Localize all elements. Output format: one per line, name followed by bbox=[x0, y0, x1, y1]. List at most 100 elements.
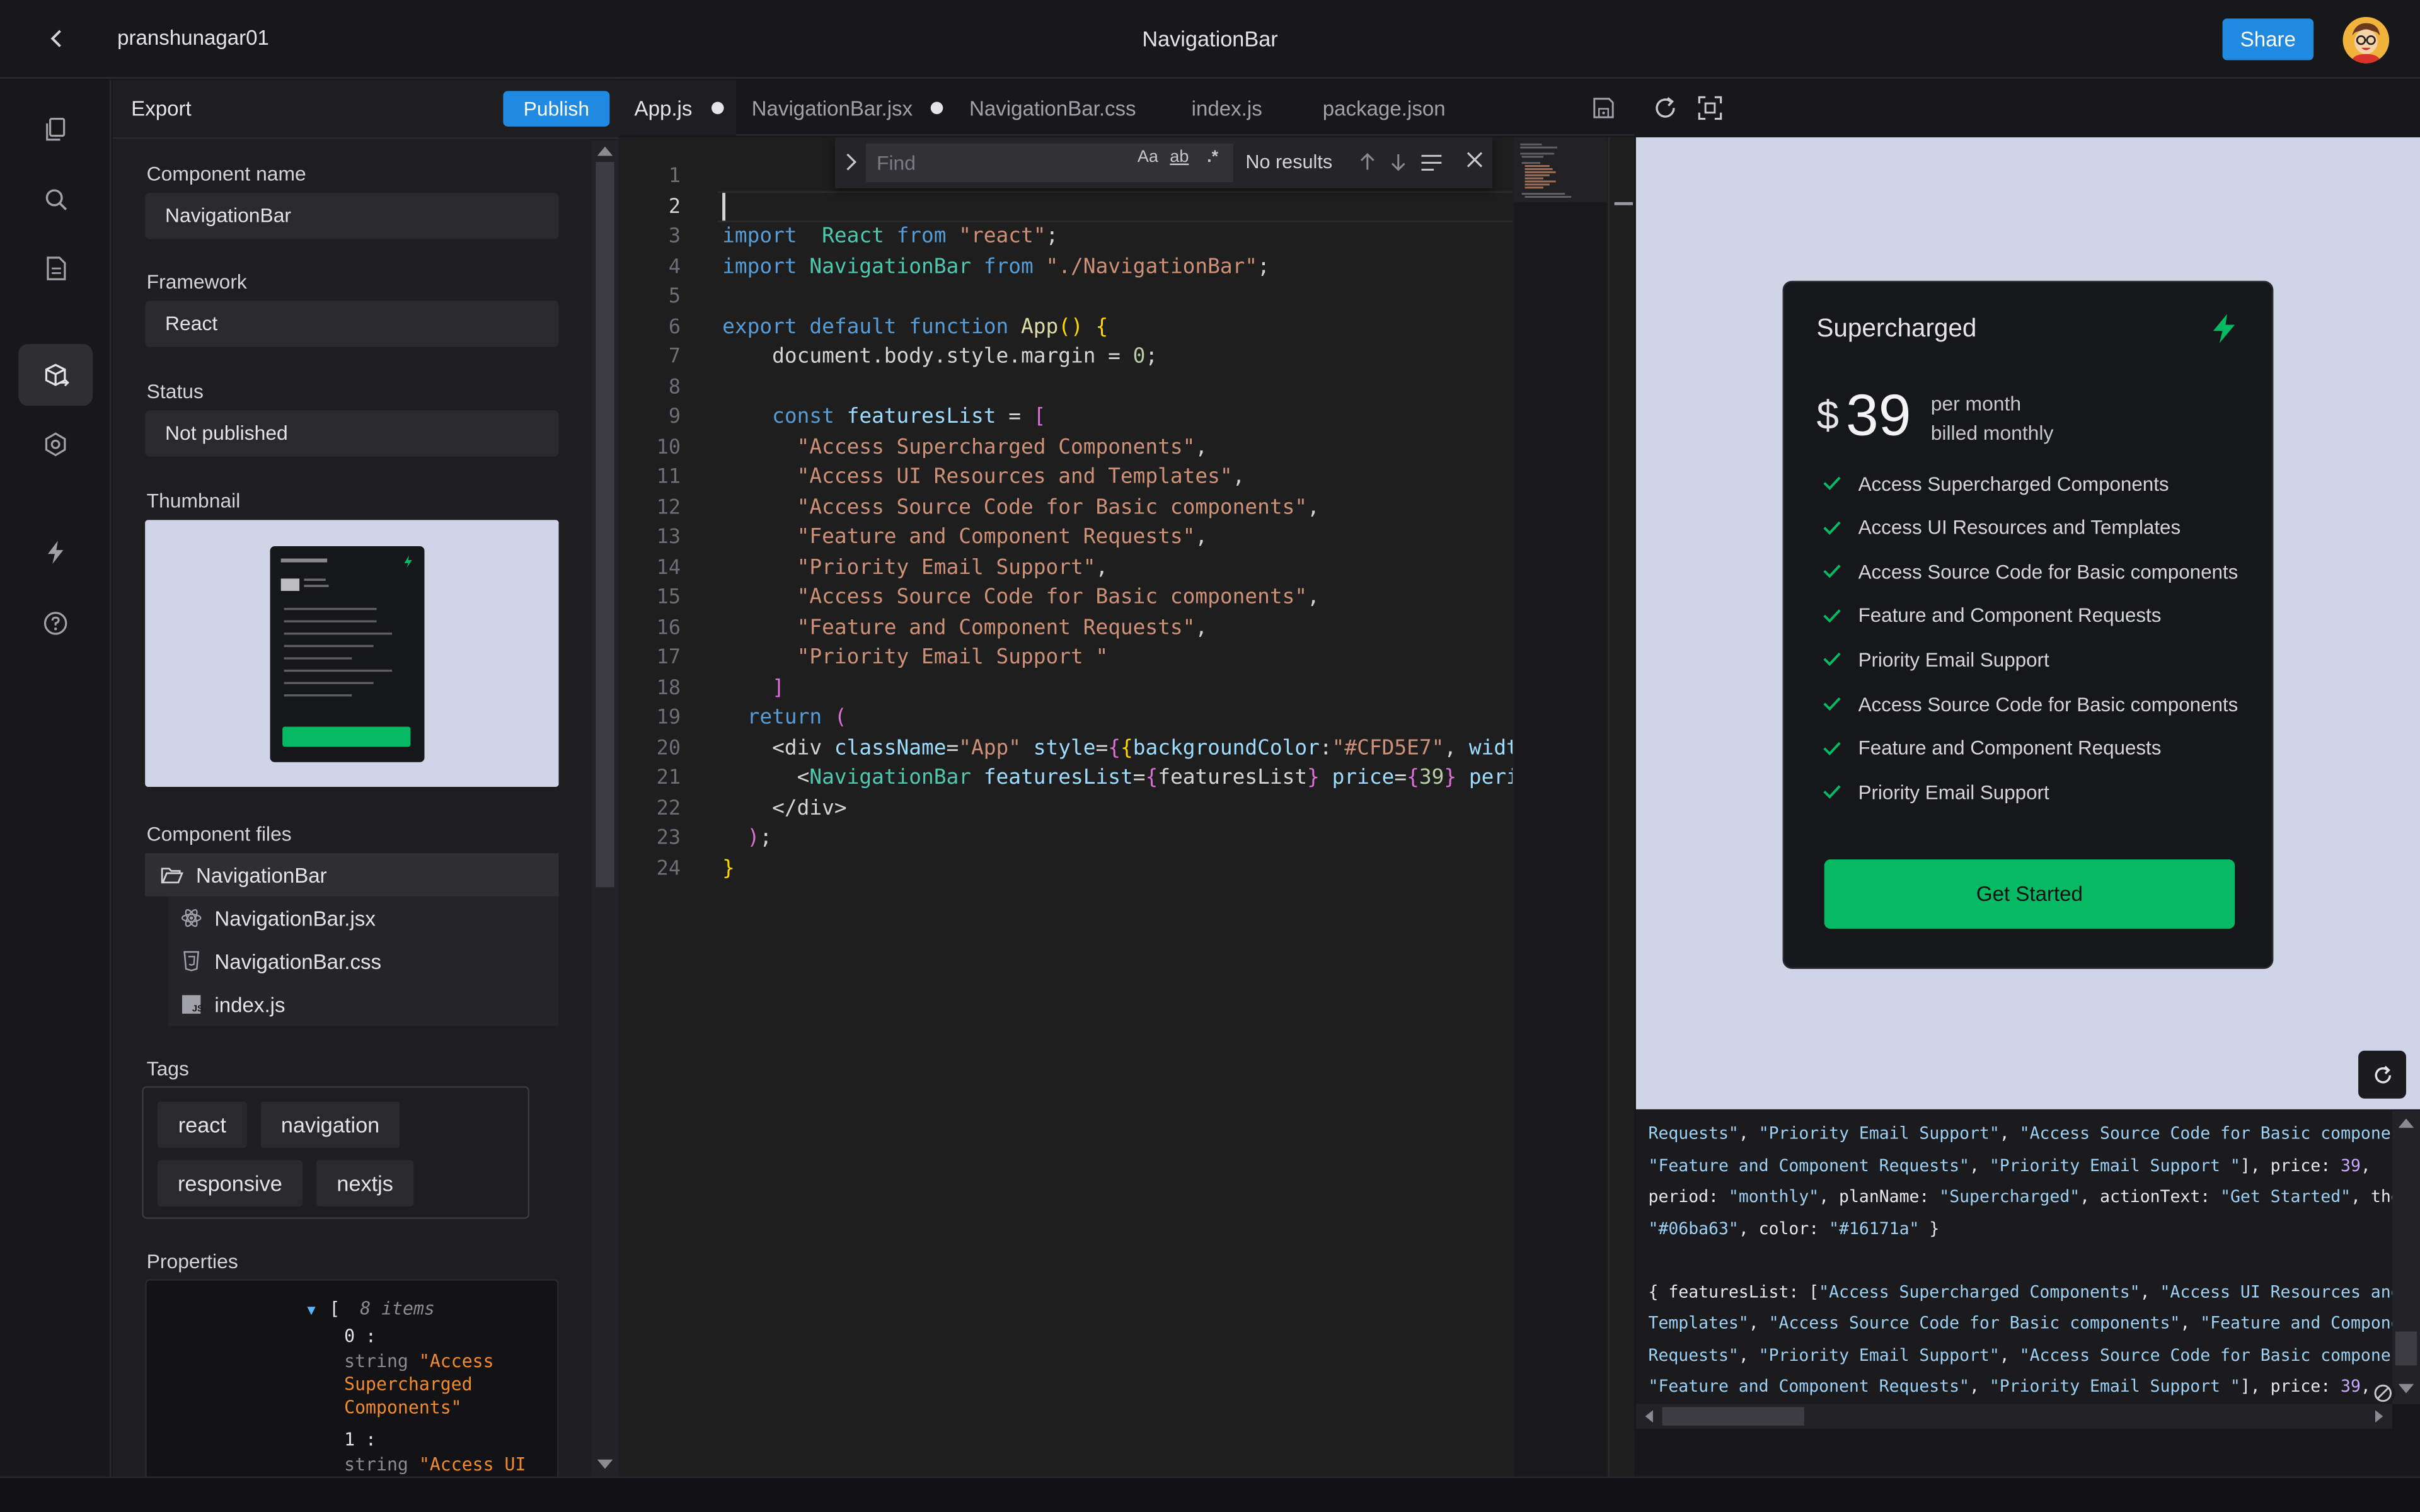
file-row[interactable]: NavigationBar.css bbox=[168, 939, 559, 983]
check-icon bbox=[1823, 564, 1841, 578]
preview-canvas: Supercharged $ 39 per month billed month… bbox=[1635, 137, 2420, 1109]
tab-navigationbar-jsx[interactable]: NavigationBar.jsx bbox=[752, 80, 944, 135]
feature-item: Priority Email Support bbox=[1823, 776, 2049, 807]
panel-scrollbar[interactable] bbox=[591, 140, 619, 1477]
code-line: import React from "react"; bbox=[722, 225, 1059, 249]
thumbnail-label: Thumbnail bbox=[146, 489, 241, 513]
feature-item: Access UI Resources and Templates bbox=[1823, 512, 2181, 542]
close-icon[interactable] bbox=[1466, 151, 1484, 168]
plan-name: Supercharged bbox=[1816, 314, 1977, 343]
tab-package-json[interactable]: package.json bbox=[1323, 80, 1446, 135]
text-cursor bbox=[722, 193, 726, 221]
get-started-button[interactable]: Get Started bbox=[1824, 859, 2235, 929]
code-line: ] bbox=[772, 676, 785, 700]
files-icon[interactable] bbox=[18, 99, 93, 161]
settings-icon[interactable] bbox=[18, 413, 93, 475]
scroll-down-arrow[interactable] bbox=[597, 1459, 613, 1469]
editor-scrollbar[interactable] bbox=[1608, 137, 1635, 1477]
file-name: NavigationBar.jsx bbox=[214, 906, 376, 930]
tag-nextjs[interactable]: nextjs bbox=[316, 1160, 414, 1207]
item-index: 0 : bbox=[344, 1325, 377, 1347]
scroll-down-arrow[interactable] bbox=[2398, 1383, 2414, 1394]
tag-responsive[interactable]: responsive bbox=[157, 1160, 303, 1207]
line-number: 23 bbox=[656, 827, 681, 850]
console-scrollbar[interactable] bbox=[2392, 1111, 2420, 1404]
arrow-down-icon[interactable] bbox=[1391, 152, 1406, 171]
avatar[interactable] bbox=[2342, 16, 2390, 64]
tags-box[interactable]: react navigation responsive nextjs bbox=[142, 1086, 530, 1219]
tag-react[interactable]: react bbox=[157, 1101, 247, 1148]
chevron-right-icon[interactable] bbox=[844, 152, 857, 171]
code-line: "Access UI Resources and Templates", bbox=[797, 466, 1245, 490]
line-number: 11 bbox=[656, 466, 681, 490]
code-editor[interactable]: 1 2 3 4 5 6 7 8 9 10 11 12 13 14 15 16 17 18 19 20 21 22 23 24 … bbox=[619, 137, 1635, 1477]
price-amount: 39 bbox=[1846, 384, 1911, 449]
code-content[interactable]: import React from "react"; import Navigat… bbox=[722, 137, 1512, 1477]
minimap[interactable] bbox=[1514, 137, 1607, 1477]
code-line: "Priority Email Support " bbox=[797, 646, 1109, 670]
tags-label: Tags bbox=[146, 1057, 189, 1080]
bolt-icon[interactable] bbox=[18, 522, 93, 583]
folder-open-icon bbox=[161, 866, 184, 884]
refresh-icon[interactable] bbox=[1653, 96, 1678, 120]
scroll-up-arrow[interactable] bbox=[2398, 1118, 2414, 1128]
scroll-right-arrow[interactable] bbox=[2375, 1410, 2383, 1423]
back-icon[interactable] bbox=[40, 21, 74, 55]
framework-field[interactable]: React bbox=[145, 301, 559, 348]
export-panel: Export Publish Component name Navigation… bbox=[112, 80, 619, 1477]
scrollbar-thumb[interactable] bbox=[2395, 1331, 2417, 1366]
feature-item: Priority Email Support bbox=[1823, 644, 2049, 675]
scrollbar-thumb[interactable] bbox=[1662, 1407, 1804, 1426]
activity-rail bbox=[0, 80, 112, 1477]
document-icon[interactable] bbox=[18, 238, 93, 299]
fullscreen-icon[interactable] bbox=[1698, 96, 1722, 120]
search-icon[interactable] bbox=[18, 168, 93, 230]
save-icon[interactable] bbox=[1593, 97, 1614, 118]
scroll-up-arrow[interactable] bbox=[597, 146, 613, 156]
modified-dot bbox=[710, 101, 723, 115]
tag-navigation[interactable]: navigation bbox=[260, 1101, 400, 1148]
arrow-up-icon[interactable] bbox=[1360, 152, 1375, 171]
item-value: string "Access UI bbox=[344, 1453, 526, 1475]
console-line: "Feature and Component Requests", "Prior… bbox=[1648, 1155, 2371, 1175]
match-case-toggle[interactable]: Aa bbox=[1138, 148, 1158, 166]
component-files-label: Component files bbox=[146, 822, 292, 846]
file-row[interactable]: NavigationBar.jsx bbox=[168, 896, 559, 940]
console-line: Requests", "Priority Email Support", "Ac… bbox=[1648, 1123, 2392, 1143]
export-panel-body: Component name NavigationBar Framework R… bbox=[113, 140, 591, 1477]
publish-button[interactable]: Publish bbox=[503, 91, 610, 127]
tab-navigationbar-css[interactable]: NavigationBar.css bbox=[969, 80, 1136, 135]
line-number: 2 bbox=[668, 195, 681, 219]
rerun-icon[interactable] bbox=[2358, 1050, 2406, 1099]
top-bar: pranshunagar01 NavigationBar Share bbox=[0, 0, 2420, 79]
code-line: "Priority Email Support", bbox=[797, 556, 1109, 580]
tab-index-js[interactable]: index.js bbox=[1192, 80, 1262, 135]
console-line: period: "monthly", planName: "Supercharg… bbox=[1648, 1186, 2392, 1207]
properties-viewer[interactable]: ▼ [ 8 items 0 : string "Access Superchar… bbox=[145, 1279, 559, 1477]
line-number: 24 bbox=[656, 857, 681, 881]
find-in-selection-icon[interactable] bbox=[1420, 154, 1443, 171]
whole-word-toggle[interactable]: ab bbox=[1170, 148, 1189, 166]
folder-row[interactable]: NavigationBar bbox=[145, 853, 559, 896]
regex-toggle[interactable]: .* bbox=[1207, 148, 1218, 166]
tab-app-js[interactable]: App.js bbox=[619, 80, 737, 136]
array-node[interactable]: ▼ [ 8 items bbox=[307, 1298, 435, 1319]
share-button[interactable]: Share bbox=[2222, 18, 2314, 60]
line-number: 13 bbox=[656, 526, 681, 549]
help-icon[interactable] bbox=[18, 592, 93, 654]
scrollbar-thumb[interactable] bbox=[596, 162, 614, 888]
component-name-label: Component name bbox=[146, 162, 306, 185]
thumbnail-image[interactable] bbox=[145, 520, 559, 787]
code-line: "Access Supercharged Components", bbox=[797, 435, 1208, 459]
console-horizontal-scrollbar[interactable] bbox=[1635, 1404, 2392, 1429]
line-number: 9 bbox=[668, 406, 681, 429]
component-name-field[interactable]: NavigationBar bbox=[145, 193, 559, 239]
scroll-left-arrow[interactable] bbox=[1645, 1410, 1653, 1423]
console-output[interactable]: Requests", "Priority Email Support", "Ac… bbox=[1635, 1111, 2392, 1404]
package-export-icon[interactable] bbox=[18, 344, 93, 406]
code-line: "Feature and Component Requests", bbox=[797, 616, 1208, 640]
owner-name[interactable]: pranshunagar01 bbox=[117, 26, 269, 50]
clear-console-icon[interactable] bbox=[2370, 1380, 2395, 1406]
export-title: Export bbox=[131, 97, 192, 121]
file-row[interactable]: JS index.js bbox=[168, 983, 559, 1026]
